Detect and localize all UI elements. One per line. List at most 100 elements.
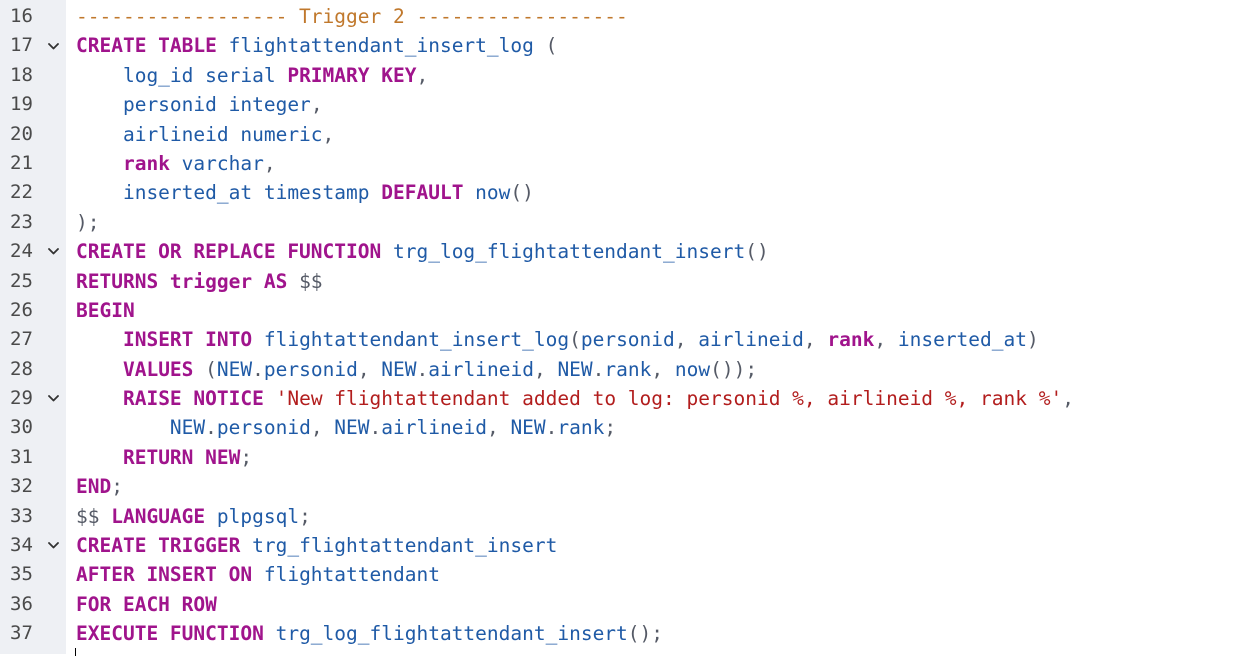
code-token: flightattendant <box>252 563 440 587</box>
code-text[interactable]: INSERT INTO flightattendant_insert_log(p… <box>76 325 1039 354</box>
code-line[interactable]: 28 VALUES (NEW.personid, NEW.airlineid, … <box>0 355 1234 384</box>
code-text[interactable]: NEW.personid, NEW.airlineid, NEW.rank; <box>76 413 616 442</box>
code-token: END <box>76 475 112 499</box>
code-line[interactable]: 26 BEGIN <box>0 296 1234 325</box>
line-number: 18 <box>10 63 33 86</box>
code-token: airlineid <box>698 328 804 352</box>
code-text[interactable]: AFTER INSERT ON flightattendant <box>76 560 440 589</box>
code-text[interactable]: $$ LANGUAGE plpgsql; <box>76 502 311 531</box>
code-line[interactable]: 22 inserted_at timestamp DEFAULT now() <box>0 178 1234 207</box>
code-token: . <box>592 357 605 381</box>
code-token: RETURN NEW <box>122 445 241 469</box>
code-line[interactable]: 16 ------------------ Trigger 2 ---------… <box>0 2 1234 31</box>
code-token: now <box>463 181 511 205</box>
code-text[interactable]: RAISE NOTICE 'New flightattendant added … <box>76 384 1074 413</box>
code-text[interactable]: airlineid numeric, <box>76 120 334 149</box>
code-token: flightattendant_insert_log <box>216 34 546 58</box>
code-text[interactable]: ------------------ Trigger 2 -----------… <box>76 2 628 31</box>
code-text[interactable]: BEGIN <box>76 296 135 325</box>
line-number: 35 <box>10 563 33 586</box>
code-token: RETURNS trigger AS <box>76 269 288 293</box>
code-token: airlineid <box>428 357 534 381</box>
code-line[interactable]: 32 END; <box>0 472 1234 501</box>
line-number: 22 <box>10 181 33 204</box>
code-text[interactable]: personid integer, <box>76 90 323 119</box>
code-text[interactable]: RETURNS trigger AS $$ <box>76 267 323 296</box>
code-line[interactable]: 34 CREATE TRIGGER trg_flightattendant_ins… <box>0 531 1234 560</box>
code-token: ) <box>1027 328 1039 352</box>
code-token: () <box>745 240 769 264</box>
code-line[interactable]: 33 $$ LANGUAGE plpgsql; <box>0 502 1234 531</box>
line-number: 36 <box>10 592 33 615</box>
line-number: 32 <box>10 475 33 498</box>
code-token: LANGUAGE <box>111 504 206 528</box>
code-token: CREATE TRIGGER <box>76 534 241 558</box>
code-text[interactable]: inserted_at timestamp DEFAULT now() <box>76 178 534 207</box>
code-token: FOR EACH ROW <box>76 592 217 616</box>
code-line[interactable]: 37 EXECUTE FUNCTION trg_log_flightattenda… <box>0 619 1234 648</box>
code-line[interactable]: 18 log_id serial PRIMARY KEY, <box>0 61 1234 90</box>
code-token: , <box>357 357 382 381</box>
line-number: 16 <box>10 5 33 27</box>
code-text[interactable]: EXECUTE FUNCTION trg_log_flightattendant… <box>76 619 663 648</box>
code-token: NEW <box>216 357 253 381</box>
code-token: trg_log_flightattendant_insert <box>381 240 746 264</box>
chevron-down-icon[interactable] <box>46 237 60 266</box>
code-text[interactable]: RETURN NEW; <box>76 443 252 472</box>
code-line[interactable]: 24 CREATE OR REPLACE FUNCTION trg_log_fli… <box>0 237 1234 266</box>
code-token: trg_log_flightattendant_insert <box>263 622 628 646</box>
code-text[interactable]: CREATE TRIGGER trg_flightattendant_inser… <box>76 531 557 560</box>
code-token: , <box>803 328 828 352</box>
line-number: 30 <box>10 416 33 439</box>
code-token: $$ <box>287 269 323 293</box>
code-token: . <box>545 416 558 440</box>
code-line[interactable]: 23); <box>0 208 1234 237</box>
line-number: 25 <box>10 269 33 292</box>
code-token: , <box>322 122 335 146</box>
code-text[interactable]: CREATE OR REPLACE FUNCTION trg_log_fligh… <box>76 237 769 266</box>
code-text[interactable]: ); <box>76 208 99 237</box>
code-line[interactable]: 35 AFTER INSERT ON flightattendant <box>0 560 1234 589</box>
code-text[interactable]: FOR EACH ROW <box>76 590 217 619</box>
code-token: ; <box>299 504 311 528</box>
code-text[interactable]: CREATE TABLE flightattendant_insert_log … <box>76 31 557 60</box>
chevron-down-icon[interactable] <box>46 31 60 60</box>
chevron-down-icon[interactable] <box>46 384 60 413</box>
code-token: personid <box>263 357 358 381</box>
code-token: PRIMARY KEY <box>287 63 417 87</box>
code-line[interactable]: 25 RETURNS trigger AS $$ <box>0 267 1234 296</box>
code-token: NEW <box>510 416 546 440</box>
line-number: 26 <box>10 298 33 321</box>
code-line[interactable]: 21 rank varchar, <box>0 149 1234 178</box>
code-text[interactable]: END; <box>76 472 123 501</box>
code-token: ( <box>545 34 558 58</box>
line-number: 27 <box>10 328 33 351</box>
code-line[interactable]: 20 airlineid numeric, <box>0 120 1234 149</box>
code-editor[interactable]: 16 ------------------ Trigger 2 ---------… <box>0 0 1234 656</box>
code-line[interactable]: 19 personid integer, <box>0 90 1234 119</box>
code-token: EXECUTE FUNCTION <box>76 622 264 646</box>
code-token: DEFAULT <box>381 181 464 205</box>
line-number: 37 <box>10 622 33 645</box>
code-line[interactable]: 27 INSERT INTO flightattendant_insert_lo… <box>0 325 1234 354</box>
code-text[interactable]: rank varchar, <box>76 149 276 178</box>
code-text[interactable]: VALUES (NEW.personid, NEW.airlineid, NEW… <box>76 355 757 384</box>
code-token: , <box>674 328 699 352</box>
code-line[interactable]: 31 RETURN NEW; <box>0 443 1234 472</box>
code-line[interactable]: 17 CREATE TABLE flightattendant_insert_lo… <box>0 31 1234 60</box>
chevron-down-icon[interactable] <box>46 531 60 560</box>
code-text[interactable]: log_id serial PRIMARY KEY, <box>76 61 428 90</box>
line-number: 24 <box>10 240 33 263</box>
code-line[interactable]: 29 RAISE NOTICE 'New flightattendant add… <box>0 384 1234 413</box>
code-token: (); <box>627 622 664 646</box>
code-token: ( <box>193 357 217 381</box>
text-cursor <box>75 648 76 656</box>
code-token: , <box>310 416 335 440</box>
code-line[interactable]: 30 NEW.personid, NEW.airlineid, NEW.rank… <box>0 413 1234 442</box>
code-line[interactable]: 36 FOR EACH ROW <box>0 590 1234 619</box>
code-token: , <box>263 151 276 175</box>
